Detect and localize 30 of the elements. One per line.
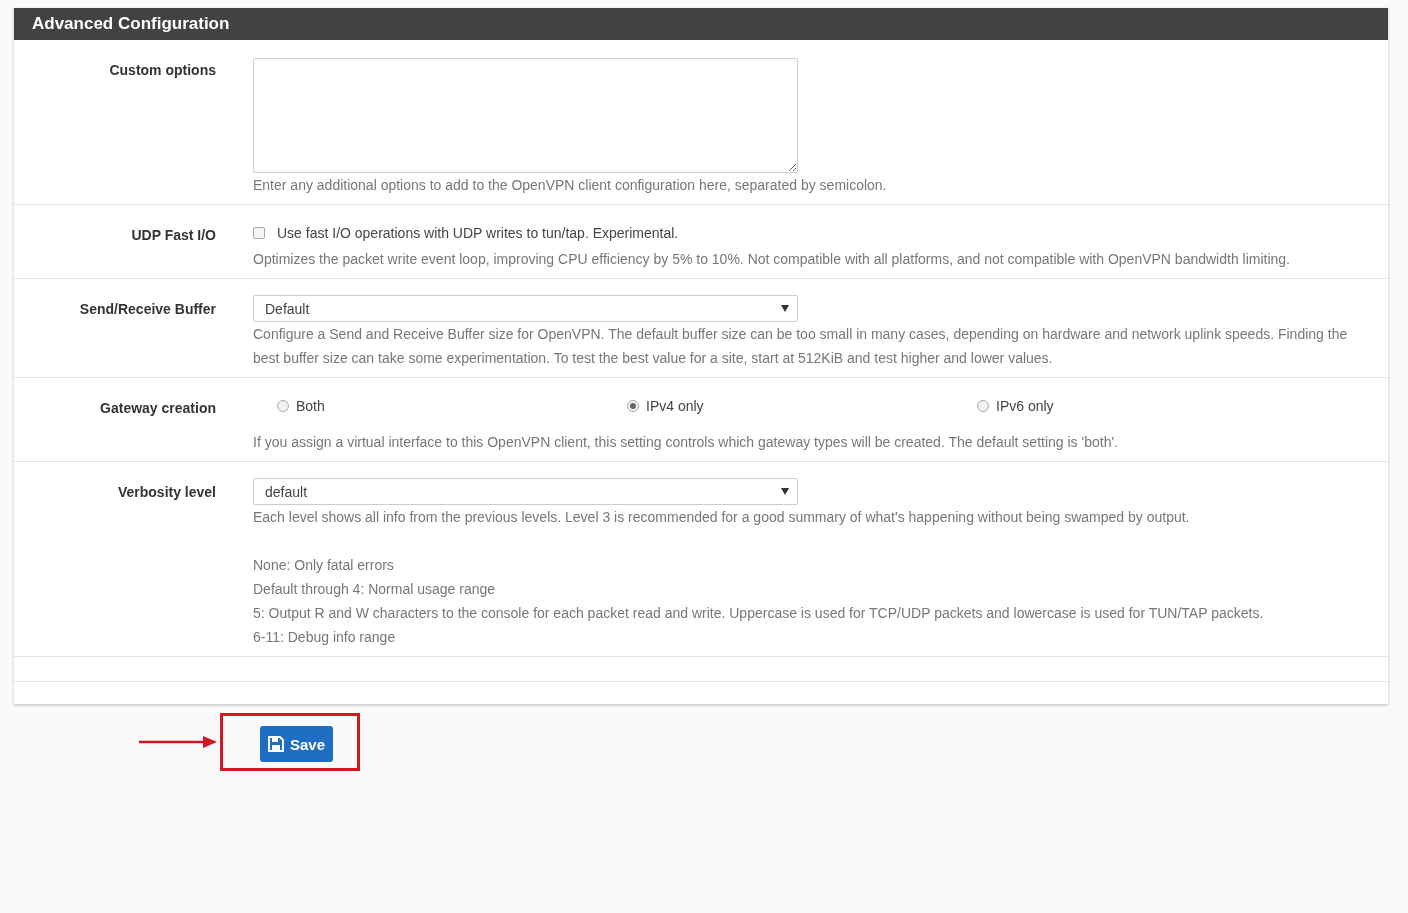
field-label: UDP Fast I/O (131, 226, 216, 245)
help-text: Default through 4: Normal usage range (253, 580, 497, 599)
help-text: None: Only fatal errors (253, 556, 395, 575)
checkbox[interactable] (253, 227, 265, 239)
help-text: 5: Output R and W characters to the console for each packet read and write. Uppercase is used for TCP/UDP packets and lowercase is used for TUN/TAP packets. (253, 604, 1264, 623)
field-label: Verbosity level (117, 483, 216, 502)
field-label: Gateway creation (100, 399, 216, 418)
field-label: Custom options (109, 61, 216, 80)
help-text: Configure a Send and Receive Buffer size for OpenVPN. The default buffer size can be too small in many cases, depending on hardware and network uplink speeds. Finding the best buffer size can take some experimentation. To test the best value for a site, start at 512KiB and test higher and lower values. (253, 325, 1349, 368)
help-text: Each level shows all info from the previous levels. Level 3 is recommended for a good summary of what's happening without being swamped by output. (253, 508, 1190, 527)
radio-label: IPv6 only (996, 398, 1054, 414)
select-field[interactable]: default (253, 478, 798, 505)
panel-header: Advanced Configuration (14, 8, 1388, 40)
select-field[interactable]: Default (253, 295, 798, 322)
custom-options-field[interactable] (253, 58, 798, 173)
help-text: 6-11: Debug info range (253, 628, 397, 647)
checkbox-label: Use fast I/O operations with UDP writes to tun/tap. Experimental. (277, 225, 679, 241)
help-text: If you assign a virtual interface to this OpenVPN client, this setting controls which gateway types will be created. The default setting is 'both'. (253, 433, 1118, 452)
radio-button[interactable] (627, 400, 639, 412)
caret-icon (781, 305, 789, 312)
help-text: Optimizes the packet write event loop, improving CPU efficiency by 5% to 10%. Not compatible with all platforms, and not compatible with OpenVPN bandwidth limiting. (253, 250, 1290, 269)
radio-button[interactable] (277, 400, 289, 412)
radio-label: Both (296, 398, 325, 414)
save-button[interactable]: Save (260, 726, 334, 762)
field-label: Send/Receive Buffer (79, 300, 216, 319)
caret-icon (781, 488, 789, 495)
radio-button[interactable] (977, 400, 989, 412)
arrow-icon (139, 736, 217, 748)
help-text: Enter any additional options to add to the OpenVPN client configuration here, separated by semicolon. (253, 176, 887, 195)
radio-label: IPv4 only (646, 398, 704, 414)
